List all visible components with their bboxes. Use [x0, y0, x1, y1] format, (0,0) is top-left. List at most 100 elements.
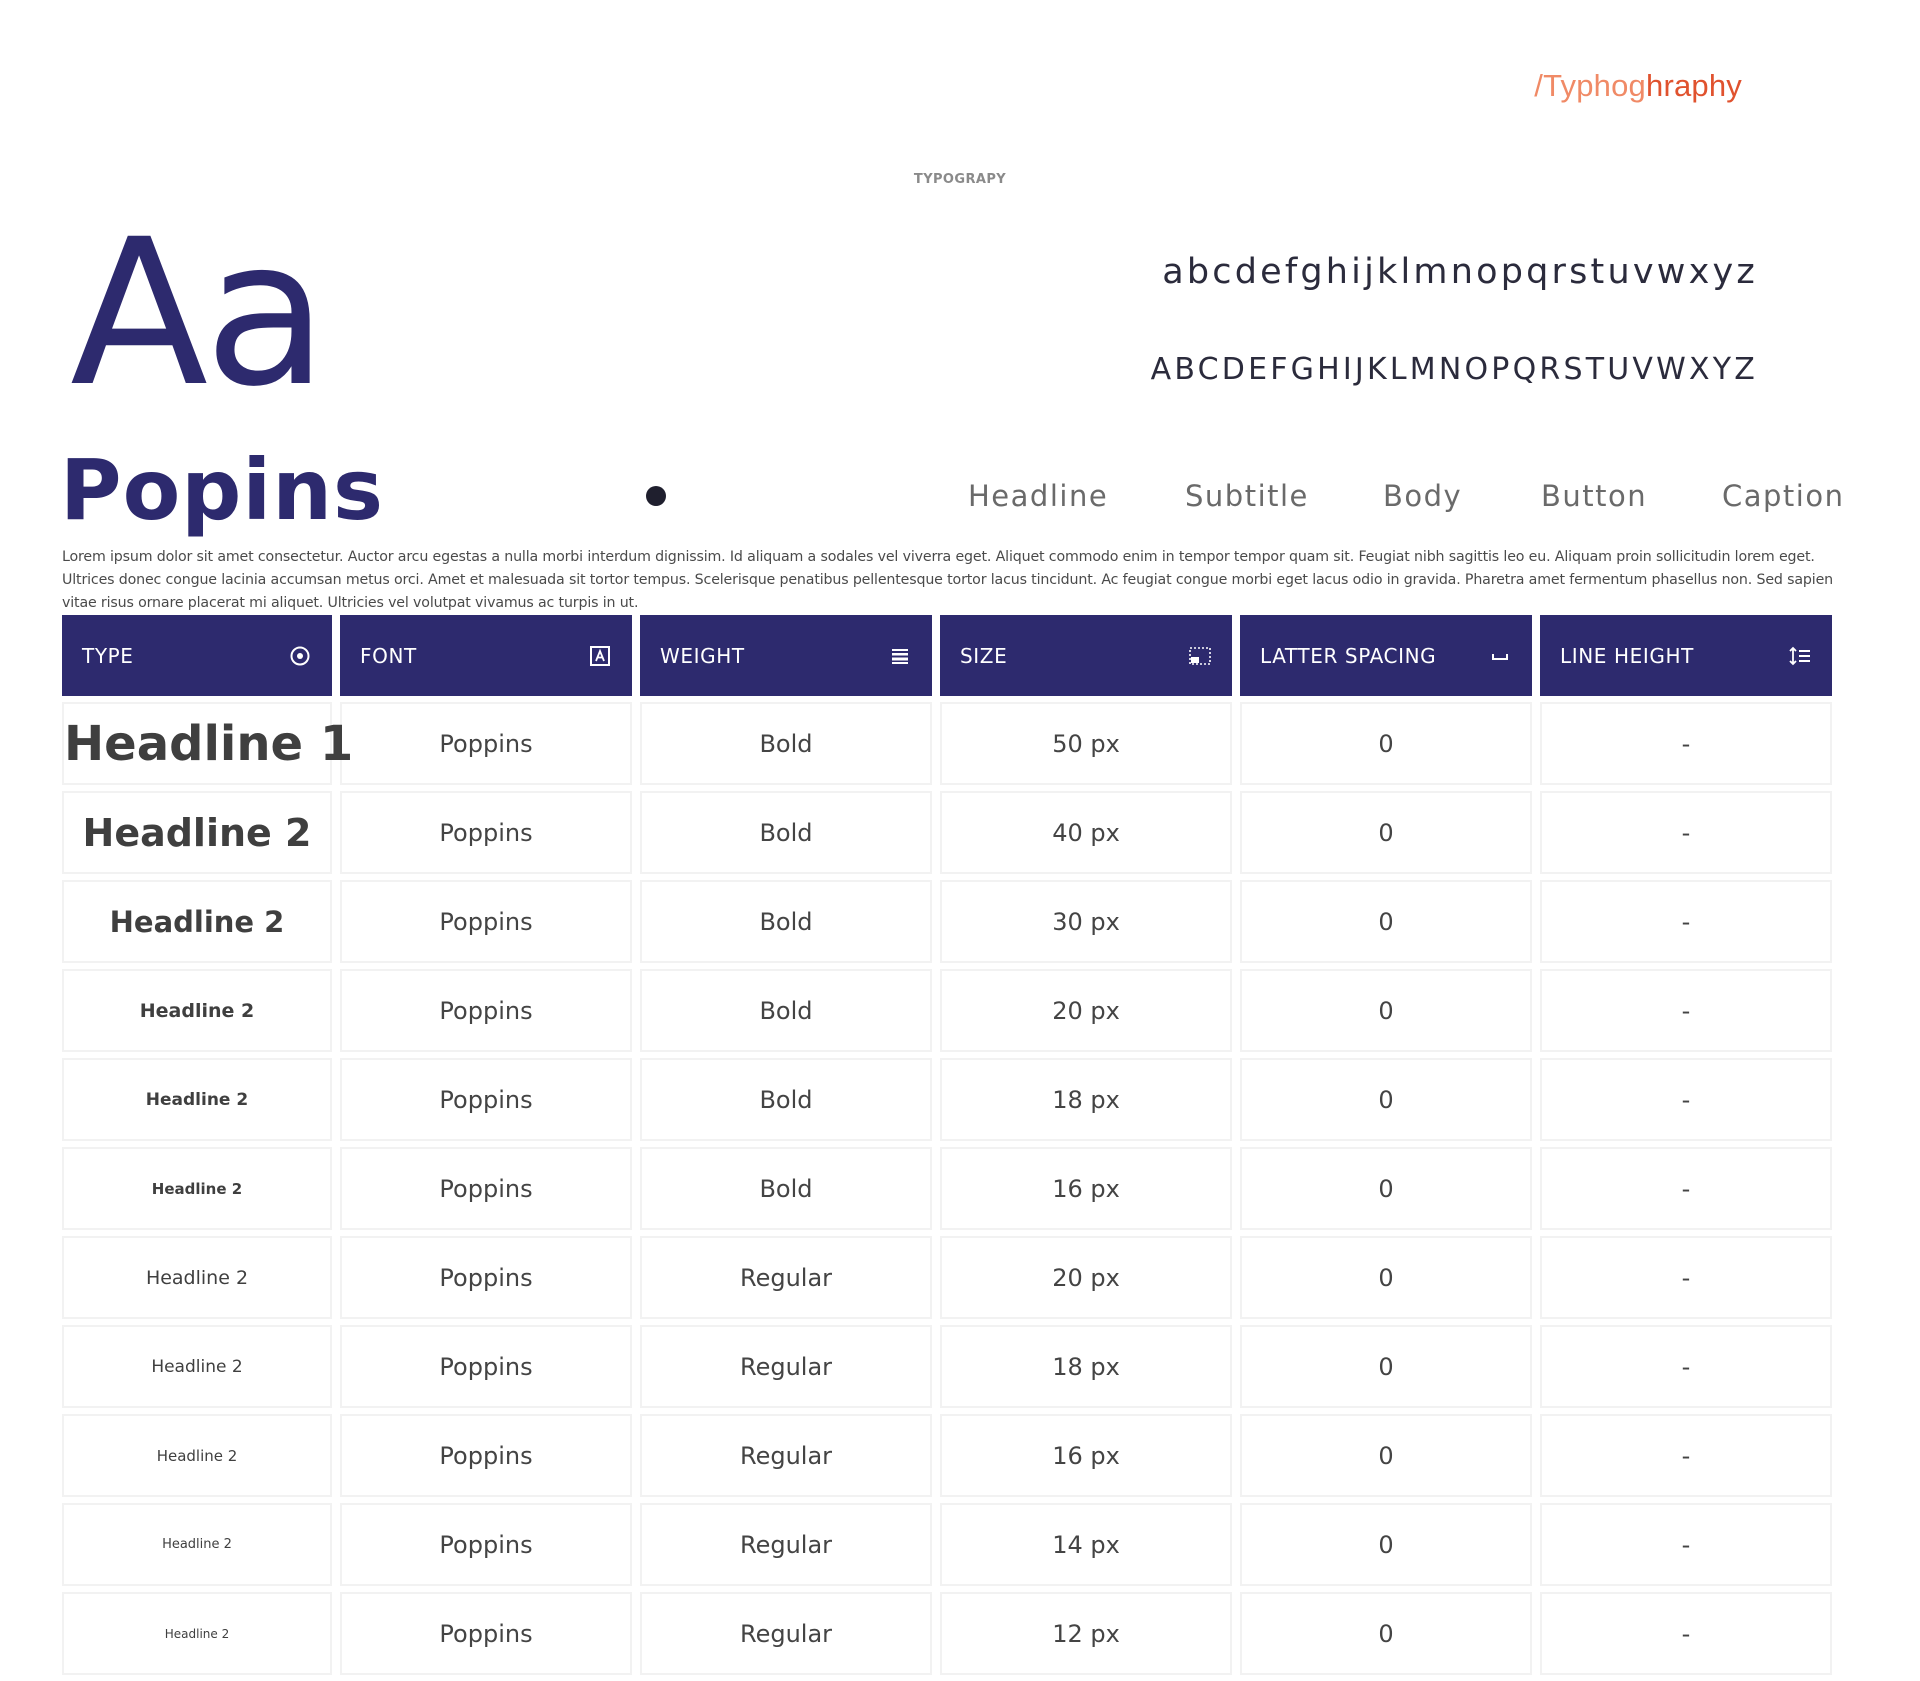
- font-cell: Poppins: [340, 1058, 632, 1141]
- header-line-height-label: LINE HEIGHT: [1560, 643, 1694, 668]
- size-cell: 16 px: [940, 1414, 1232, 1497]
- line-height-cell: -: [1540, 1147, 1832, 1230]
- size-cell: 30 px: [940, 880, 1232, 963]
- size-cell: 40 px: [940, 791, 1232, 874]
- table-row: Headline 2 Poppins Bold 20 px 0-: [62, 969, 1832, 1052]
- tab-headline[interactable]: Headline: [968, 479, 1108, 513]
- header-letter-spacing: LATTER SPACING: [1240, 615, 1532, 696]
- line-height-cell: -: [1540, 1058, 1832, 1141]
- line-height-cell: -: [1540, 969, 1832, 1052]
- letter-spacing-cell: 0: [1240, 1592, 1532, 1675]
- weight-cell: Regular: [640, 1414, 932, 1497]
- line-height-cell: -: [1540, 880, 1832, 963]
- size-cell: 50 px: [940, 702, 1232, 785]
- letter-spacing-cell: 0: [1240, 1236, 1532, 1319]
- header-size-label: SIZE: [960, 643, 1008, 668]
- weight-cell: Bold: [640, 969, 932, 1052]
- weight-cell: Regular: [640, 1592, 932, 1675]
- weight-cell: Bold: [640, 1147, 932, 1230]
- weight-cell: Regular: [640, 1236, 932, 1319]
- size-cell: 18 px: [940, 1325, 1232, 1408]
- size-cell: 12 px: [940, 1592, 1232, 1675]
- letter-spacing-cell: 0: [1240, 1325, 1532, 1408]
- font-cell: Poppins: [340, 702, 632, 785]
- header-type: TYPE: [62, 615, 332, 696]
- table-row: Headline 2 Poppins Bold 30 px 0-: [62, 880, 1832, 963]
- type-cell: Headline 2: [62, 1147, 332, 1230]
- type-cell: Headline 2: [62, 1503, 332, 1586]
- type-cell: Headline 2: [62, 1414, 332, 1497]
- type-cell: Headline 2: [62, 791, 332, 874]
- header-weight-label: WEIGHT: [660, 643, 745, 668]
- weight-cell: Bold: [640, 791, 932, 874]
- space-bar-icon: [1488, 644, 1512, 668]
- line-height-cell: -: [1540, 702, 1832, 785]
- type-cell: Headline 2: [62, 1325, 332, 1408]
- header-type-label: TYPE: [82, 643, 134, 668]
- header-size: SIZE: [940, 615, 1232, 696]
- line-height-cell: -: [1540, 1414, 1832, 1497]
- table-row: Headline 2 Poppins Regular 14 px 0-: [62, 1503, 1832, 1586]
- table-header-row: TYPE FONT WEIGHT SIZE LATTER SPACING LIN…: [62, 615, 1832, 696]
- size-cell: 16 px: [940, 1147, 1232, 1230]
- letter-spacing-cell: 0: [1240, 969, 1532, 1052]
- font-cell: Poppins: [340, 1325, 632, 1408]
- table-row: Headline 2 Poppins Bold 18 px 0-: [62, 1058, 1832, 1141]
- breadcrumb-tail: hraphy: [1646, 68, 1742, 103]
- line-height-cell: -: [1540, 1325, 1832, 1408]
- table-row: Headline 2 Poppins Regular 18 px 0-: [62, 1325, 1832, 1408]
- type-cell: Headline 2: [62, 880, 332, 963]
- weight-cell: Regular: [640, 1325, 932, 1408]
- tab-caption[interactable]: Caption: [1722, 479, 1844, 513]
- font-cell: Poppins: [340, 1236, 632, 1319]
- glyph-specimen: Aa: [70, 195, 328, 431]
- font-cell: Poppins: [340, 880, 632, 963]
- weight-cell: Bold: [640, 702, 932, 785]
- table-row: Headline 2 Poppins Regular 16 px 0-: [62, 1414, 1832, 1497]
- size-cell: 20 px: [940, 969, 1232, 1052]
- table-body: Headline 1 Poppins Bold 50 px 0- Headline 2 Po…: [62, 702, 1832, 1675]
- size-cell: 14 px: [940, 1503, 1232, 1586]
- font-box-icon: [588, 644, 612, 668]
- type-cell: Headline 2: [62, 969, 332, 1052]
- line-height-cell: -: [1540, 1236, 1832, 1319]
- letter-spacing-cell: 0: [1240, 1414, 1532, 1497]
- header-font-label: FONT: [360, 643, 417, 668]
- header-font: FONT: [340, 615, 632, 696]
- letter-spacing-cell: 0: [1240, 1503, 1532, 1586]
- tab-button[interactable]: Button: [1541, 479, 1647, 513]
- font-cell: Poppins: [340, 1414, 632, 1497]
- line-height-icon: [1788, 644, 1812, 668]
- type-cell: Headline 2: [62, 1236, 332, 1319]
- header-letter-spacing-label: LATTER SPACING: [1260, 643, 1437, 668]
- table-row: Headline 2 Poppins Regular 20 px 0-: [62, 1236, 1832, 1319]
- header-line-height: LINE HEIGHT: [1540, 615, 1832, 696]
- style-tabs: Headline Subtitle Body Button Caption: [0, 479, 1920, 519]
- typography-table: TYPE FONT WEIGHT SIZE LATTER SPACING LIN…: [54, 609, 1840, 1681]
- line-height-cell: -: [1540, 791, 1832, 874]
- tab-subtitle[interactable]: Subtitle: [1185, 479, 1309, 513]
- uppercase-alphabet: ABCDEFGHIJKLMNOPQRSTUVWXYZ: [1150, 352, 1758, 387]
- table-row: Headline 2 Poppins Bold 40 px 0-: [62, 791, 1832, 874]
- line-height-cell: -: [1540, 1503, 1832, 1586]
- letter-spacing-cell: 0: [1240, 880, 1532, 963]
- lines-icon: [888, 644, 912, 668]
- font-cell: Poppins: [340, 1147, 632, 1230]
- header-weight: WEIGHT: [640, 615, 932, 696]
- breadcrumb: /Typhoghraphy: [1534, 70, 1742, 101]
- letter-spacing-cell: 0: [1240, 791, 1532, 874]
- size-cell: 20 px: [940, 1236, 1232, 1319]
- weight-cell: Bold: [640, 880, 932, 963]
- letter-spacing-cell: 0: [1240, 702, 1532, 785]
- table-row: Headline 1 Poppins Bold 50 px 0-: [62, 702, 1832, 785]
- type-cell: Headline 1: [62, 702, 353, 785]
- resize-icon: [1188, 644, 1212, 668]
- tab-body[interactable]: Body: [1383, 479, 1462, 513]
- lowercase-alphabet: abcdefghijklmnopqrstuvwxyz: [1162, 252, 1758, 292]
- font-cell: Poppins: [340, 1592, 632, 1675]
- font-cell: Poppins: [340, 969, 632, 1052]
- letter-spacing-cell: 0: [1240, 1147, 1532, 1230]
- table-row: Headline 2 Poppins Bold 16 px 0-: [62, 1147, 1832, 1230]
- type-cell: Headline 2: [62, 1592, 332, 1675]
- weight-cell: Bold: [640, 1058, 932, 1141]
